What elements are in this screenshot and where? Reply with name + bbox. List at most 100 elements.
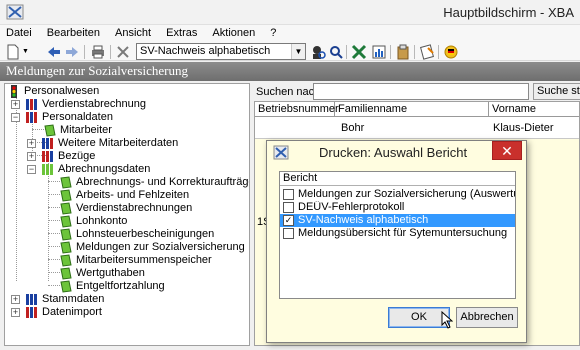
window-title: Hauptbildschirm - XBA xyxy=(443,5,574,20)
list-item-label: Meldungen zur Sozialversicherung (Auswer… xyxy=(298,188,515,200)
expand-plus-icon[interactable]: + xyxy=(11,295,20,304)
flag-badge-icon[interactable] xyxy=(443,44,459,60)
delete-icon[interactable] xyxy=(116,44,130,60)
close-icon[interactable]: ✕ xyxy=(492,141,522,160)
tree-item-label: Verdienstabrechnung xyxy=(42,98,146,110)
menu-aktionen[interactable]: Aktionen xyxy=(206,25,261,39)
list-item[interactable]: DEÜV-Fehlerprotokoll xyxy=(280,201,515,214)
expand-plus-icon[interactable]: + xyxy=(11,308,20,317)
tree-item-verdienstabrechnungen[interactable]: Verdienstabrechnungen xyxy=(59,202,249,215)
chevron-down-icon[interactable]: ▼ xyxy=(291,44,305,59)
green-book-icon xyxy=(60,280,72,293)
tree-item-label: Wertguthaben xyxy=(76,267,145,279)
tree-item-label: Mitarbeiter xyxy=(60,124,112,136)
cancel-button[interactable]: Abbrechen xyxy=(456,307,518,328)
menu-bearbeiten[interactable]: Bearbeiten xyxy=(41,25,106,39)
green-book-icon xyxy=(60,228,72,241)
cell-vorname: Klaus-Dieter xyxy=(493,122,554,134)
collapse-minus-icon[interactable]: − xyxy=(11,113,20,122)
checkbox[interactable] xyxy=(283,189,294,200)
tree-item-personalwesen[interactable]: Personalwesen xyxy=(7,85,207,98)
collapse-minus-icon[interactable]: − xyxy=(27,165,36,174)
dialog-title-bar: Drucken: Auswahl Bericht ✕ xyxy=(267,141,526,165)
notepad-icon[interactable] xyxy=(419,44,435,60)
expand-plus-icon[interactable]: + xyxy=(27,139,36,148)
tree-item-bezuege[interactable]: + Bezüge xyxy=(27,150,227,163)
green-book-icon xyxy=(60,267,72,280)
excel-icon[interactable] xyxy=(351,44,367,60)
list-item-label: DEÜV-Fehlerprotokoll xyxy=(298,201,405,213)
tree-item-entgeltfortzahlung[interactable]: Entgeltfortzahlung xyxy=(59,280,249,293)
tree-item-meldungen-sozialversicherung[interactable]: Meldungen zur Sozialversicherung xyxy=(59,241,249,254)
books-icon xyxy=(42,151,53,162)
report-select-value: SV-Nachweis alphabetisch xyxy=(140,45,271,57)
person-search-icon[interactable] xyxy=(310,44,326,60)
print-report-dialog: Drucken: Auswahl Bericht ✕ Bericht Meldu… xyxy=(266,140,527,343)
list-item[interactable]: Meldungen zur Sozialversicherung (Auswer… xyxy=(280,188,515,201)
app-icon xyxy=(6,4,24,20)
navigation-tree[interactable]: Personalwesen + Verdienstabrechnung − Pe… xyxy=(4,83,250,346)
green-book-icon xyxy=(60,176,72,189)
new-document-icon[interactable] xyxy=(6,44,20,60)
tree-item-label: Arbeits- und Fehlzeiten xyxy=(76,189,190,201)
column-header-vorname[interactable]: Vorname xyxy=(489,102,579,117)
tree-item-personaldaten[interactable]: − Personaldaten xyxy=(11,111,211,124)
list-item[interactable]: Meldungsübersicht für Sytemuntersuchung xyxy=(280,227,515,240)
clipboard-icon[interactable] xyxy=(396,44,410,60)
checkbox[interactable] xyxy=(283,202,294,213)
tree-item-lohnkonto[interactable]: Lohnkonto xyxy=(59,215,249,228)
checkbox[interactable] xyxy=(283,228,294,239)
green-book-icon xyxy=(44,124,56,137)
books-icon xyxy=(42,164,53,175)
list-item-label: SV-Nachweis alphabetisch xyxy=(298,214,429,226)
list-item-selected[interactable]: ✓ SV-Nachweis alphabetisch xyxy=(280,214,515,227)
search-input[interactable] xyxy=(313,83,529,100)
tree-item-label: Abrechnungsdaten xyxy=(58,163,151,175)
expand-plus-icon[interactable]: + xyxy=(11,100,20,109)
tree-item-label: Mitarbeitersummenspeicher xyxy=(76,254,212,266)
menu-help[interactable]: ? xyxy=(264,25,282,39)
traffic-light-icon xyxy=(11,85,17,98)
back-arrow-icon[interactable] xyxy=(46,44,62,60)
books-icon xyxy=(26,307,37,318)
grid-header: Betriebsnummer Familienname Vorname xyxy=(255,102,579,117)
green-book-icon xyxy=(60,241,72,254)
toolbar: ▼ SV-Nachweis alphabetisch ▼ xyxy=(0,43,580,61)
forward-arrow-icon[interactable] xyxy=(64,44,80,60)
section-header: Meldungen zur Sozialversicherung xyxy=(0,62,580,81)
menu-ansicht[interactable]: Ansicht xyxy=(109,25,157,39)
tree-item-arbeits-fehlzeiten[interactable]: Arbeits- und Fehlzeiten xyxy=(59,189,249,202)
tree-item-stammdaten[interactable]: + Stammdaten xyxy=(11,293,211,306)
column-header-familienname[interactable]: Familienname xyxy=(335,102,489,117)
section-title: Meldungen zur Sozialversicherung xyxy=(6,63,188,78)
column-header-betriebsnummer[interactable]: Betriebsnummer xyxy=(255,102,339,117)
tree-item-mitarbeitersummenspeicher[interactable]: Mitarbeitersummenspeicher xyxy=(59,254,249,267)
tree-item-label: Bezüge xyxy=(58,150,96,162)
menu-extras[interactable]: Extras xyxy=(160,25,203,39)
table-row[interactable]: Bohr Klaus-Dieter xyxy=(255,117,579,139)
chart-report-icon[interactable] xyxy=(371,44,387,60)
tree-item-label: Entgeltfortzahlung xyxy=(76,280,165,292)
menu-datei[interactable]: Datei xyxy=(0,25,38,39)
print-icon[interactable] xyxy=(90,44,106,60)
tree-item-wertguthaben[interactable]: Wertguthaben xyxy=(59,267,249,280)
tree-item-abrechnungsdaten[interactable]: − Abrechnungsdaten xyxy=(27,163,227,176)
magnifier-icon[interactable] xyxy=(329,44,343,60)
tree-item-label: Datenimport xyxy=(42,306,102,318)
tree-item-weitere-mitarbeiterdaten[interactable]: + Weitere Mitarbeiterdaten xyxy=(27,137,227,150)
list-header: Bericht xyxy=(280,172,515,186)
tree-item-label: Verdienstabrechnungen xyxy=(76,202,193,214)
report-select[interactable]: SV-Nachweis alphabetisch ▼ xyxy=(136,43,306,60)
report-list[interactable]: Bericht Meldungen zur Sozialversicherung… xyxy=(279,171,516,299)
checkbox-checked[interactable]: ✓ xyxy=(283,215,294,226)
tree-item-label: Stammdaten xyxy=(42,293,105,305)
tree-item-verdienstabrechnung[interactable]: + Verdienstabrechnung xyxy=(11,98,211,111)
tree-item-abrechnungsauftraege[interactable]: Abrechnungs- und Korrekturaufträge xyxy=(59,176,249,189)
tree-item-datenimport[interactable]: + Datenimport xyxy=(11,306,211,319)
list-item-label: Meldungsübersicht für Sytemuntersuchung xyxy=(298,227,508,239)
expand-plus-icon[interactable]: + xyxy=(27,152,36,161)
tree-item-lohnsteuerbescheinigungen[interactable]: Lohnsteuerbescheinigungen xyxy=(59,228,249,241)
mouse-cursor-icon xyxy=(441,311,453,329)
search-start-button[interactable]: Suche starten xyxy=(533,83,580,100)
tree-item-mitarbeiter[interactable]: Mitarbeiter xyxy=(43,124,223,137)
